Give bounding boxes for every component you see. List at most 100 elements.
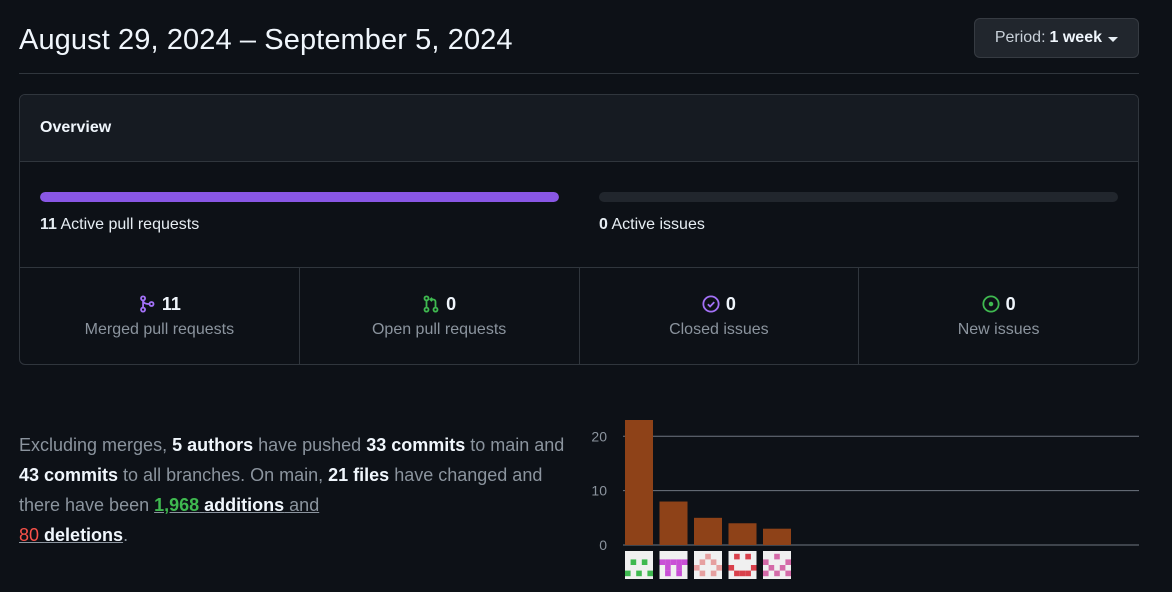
additions-count: 1,968 bbox=[154, 495, 200, 515]
avatar-pixel bbox=[665, 559, 671, 565]
y-tick-label: 10 bbox=[591, 483, 607, 499]
avatar-pixel bbox=[625, 570, 631, 577]
avatar-pixel bbox=[763, 570, 769, 577]
avatar-pixel bbox=[785, 559, 791, 565]
stat-count: 0 bbox=[446, 293, 457, 314]
summary-text: . bbox=[123, 525, 129, 545]
active-issues[interactable]: 0 Active issues bbox=[599, 192, 1118, 234]
avatar-pixel bbox=[710, 559, 717, 565]
avatar-pixel bbox=[636, 570, 642, 577]
commits-all-count: 43 commits bbox=[19, 465, 119, 485]
additions-link[interactable]: 1,968 additions and bbox=[154, 495, 319, 515]
avatar-pixel bbox=[716, 565, 722, 571]
commit-summary: Excluding merges, 5 authors have pushed … bbox=[19, 430, 579, 550]
avatar-pixel bbox=[694, 565, 700, 571]
issue-opened-icon bbox=[982, 295, 1000, 313]
avatar-pixel bbox=[665, 570, 671, 577]
overview-title: Overview bbox=[40, 119, 112, 136]
avatar-pixel bbox=[779, 565, 786, 571]
stat-count: 11 bbox=[161, 293, 181, 314]
avatar-pixel bbox=[641, 559, 648, 565]
active-pull-requests-label: 11 Active pull requests bbox=[40, 216, 559, 234]
period-value: 1 week bbox=[1049, 29, 1102, 46]
summary-text: and bbox=[284, 495, 320, 515]
stat-label: New issues bbox=[957, 320, 1040, 338]
commits-main-count: 33 commits bbox=[366, 435, 466, 455]
summary-text: Excluding merges, bbox=[19, 435, 173, 455]
overview-panel: Overview 11 Active pull requests 0 Activ… bbox=[19, 94, 1139, 365]
activity-bars: 11 Active pull requests 0 Active issues bbox=[20, 162, 1138, 268]
stat-label: Closed issues bbox=[669, 320, 769, 338]
stat-closed-issues[interactable]: 0 Closed issues bbox=[580, 268, 860, 364]
active-issues-text: Active issues bbox=[611, 216, 705, 233]
active-issues-progress bbox=[599, 192, 1118, 202]
avatar-pixel bbox=[774, 570, 780, 577]
stat-label: Merged pull requests bbox=[84, 320, 235, 338]
header: August 29, 2024 – September 5, 2024 Peri… bbox=[19, 0, 1139, 74]
progress-fill bbox=[40, 192, 559, 202]
avatar-pixel bbox=[630, 559, 637, 565]
avatar-pixel bbox=[699, 570, 706, 577]
avatar-pixel bbox=[665, 565, 671, 571]
avatar-pixel bbox=[676, 559, 682, 565]
avatar-pixel bbox=[699, 559, 706, 565]
active-pull-requests-count: 11 bbox=[40, 216, 57, 233]
avatar-pixel bbox=[659, 559, 666, 565]
active-pull-requests-text: Active pull requests bbox=[60, 216, 200, 233]
chart-bar[interactable] bbox=[763, 528, 791, 545]
caret-down-icon bbox=[1108, 36, 1118, 42]
issue-closed-icon bbox=[702, 295, 720, 313]
chart-bar[interactable] bbox=[625, 420, 653, 545]
stat-open-pull-requests[interactable]: 0 Open pull requests bbox=[300, 268, 580, 364]
avatar-pixel bbox=[745, 553, 751, 560]
y-tick-label: 20 bbox=[591, 428, 607, 444]
avatar-pixel bbox=[681, 559, 688, 565]
avatar-pixel bbox=[768, 565, 775, 571]
git-pull-request-icon bbox=[423, 295, 439, 313]
avatar-pixel bbox=[739, 570, 746, 577]
stat-count: 0 bbox=[1005, 293, 1016, 314]
chart-bar[interactable] bbox=[694, 517, 722, 545]
chart-bar[interactable] bbox=[728, 523, 757, 545]
avatar-pixel bbox=[750, 565, 757, 571]
files-count: 21 files bbox=[328, 465, 390, 485]
avatar-pixel bbox=[774, 553, 780, 560]
stat-merged-pull-requests[interactable]: 11 Merged pull requests bbox=[20, 268, 300, 364]
commits-per-author-chart: 0 10 20 bbox=[591, 420, 1139, 579]
avatar-pixel bbox=[676, 565, 682, 571]
deletions-count: 80 bbox=[19, 525, 40, 545]
avatar-pixel bbox=[647, 570, 653, 577]
avatar-pixel bbox=[785, 570, 791, 577]
avatar-pixel bbox=[676, 570, 682, 577]
period-dropdown-button[interactable]: Period: 1 week bbox=[973, 18, 1139, 58]
summary-text: to all branches. On main, bbox=[118, 465, 329, 485]
stats-row: 11 Merged pull requests 0 Open pull requ… bbox=[20, 268, 1138, 364]
avatar-pixel bbox=[734, 570, 740, 577]
avatar-pixel bbox=[734, 553, 740, 560]
avatar-pixel bbox=[670, 559, 677, 565]
authors-count: 5 authors bbox=[172, 435, 254, 455]
y-tick-label: 0 bbox=[599, 537, 607, 553]
git-merge-icon bbox=[139, 295, 155, 313]
deletions-link[interactable]: 80 deletions bbox=[19, 525, 123, 545]
overview-header: Overview bbox=[20, 95, 1138, 162]
avatar-pixel bbox=[728, 565, 735, 571]
page-title: August 29, 2024 – September 5, 2024 bbox=[19, 24, 513, 56]
deletions-word: deletions bbox=[44, 525, 124, 545]
summary-text: to main and bbox=[465, 435, 565, 455]
period-prefix: Period: bbox=[994, 29, 1046, 46]
active-pull-requests-progress bbox=[40, 192, 559, 202]
stat-new-issues[interactable]: 0 New issues bbox=[859, 268, 1138, 364]
summary-text: have pushed bbox=[253, 435, 367, 455]
avatar-pixel bbox=[705, 553, 711, 560]
avatar-pixel bbox=[745, 570, 751, 577]
avatar-pixel bbox=[710, 570, 717, 577]
stat-label: Open pull requests bbox=[371, 320, 507, 338]
active-issues-count: 0 bbox=[599, 216, 608, 233]
stat-count: 0 bbox=[725, 293, 736, 314]
chart-bar[interactable] bbox=[659, 501, 688, 545]
additions-word: additions bbox=[204, 495, 285, 515]
active-pull-requests[interactable]: 11 Active pull requests bbox=[40, 192, 559, 234]
active-issues-label: 0 Active issues bbox=[599, 216, 1118, 234]
avatar-pixel bbox=[763, 559, 769, 565]
